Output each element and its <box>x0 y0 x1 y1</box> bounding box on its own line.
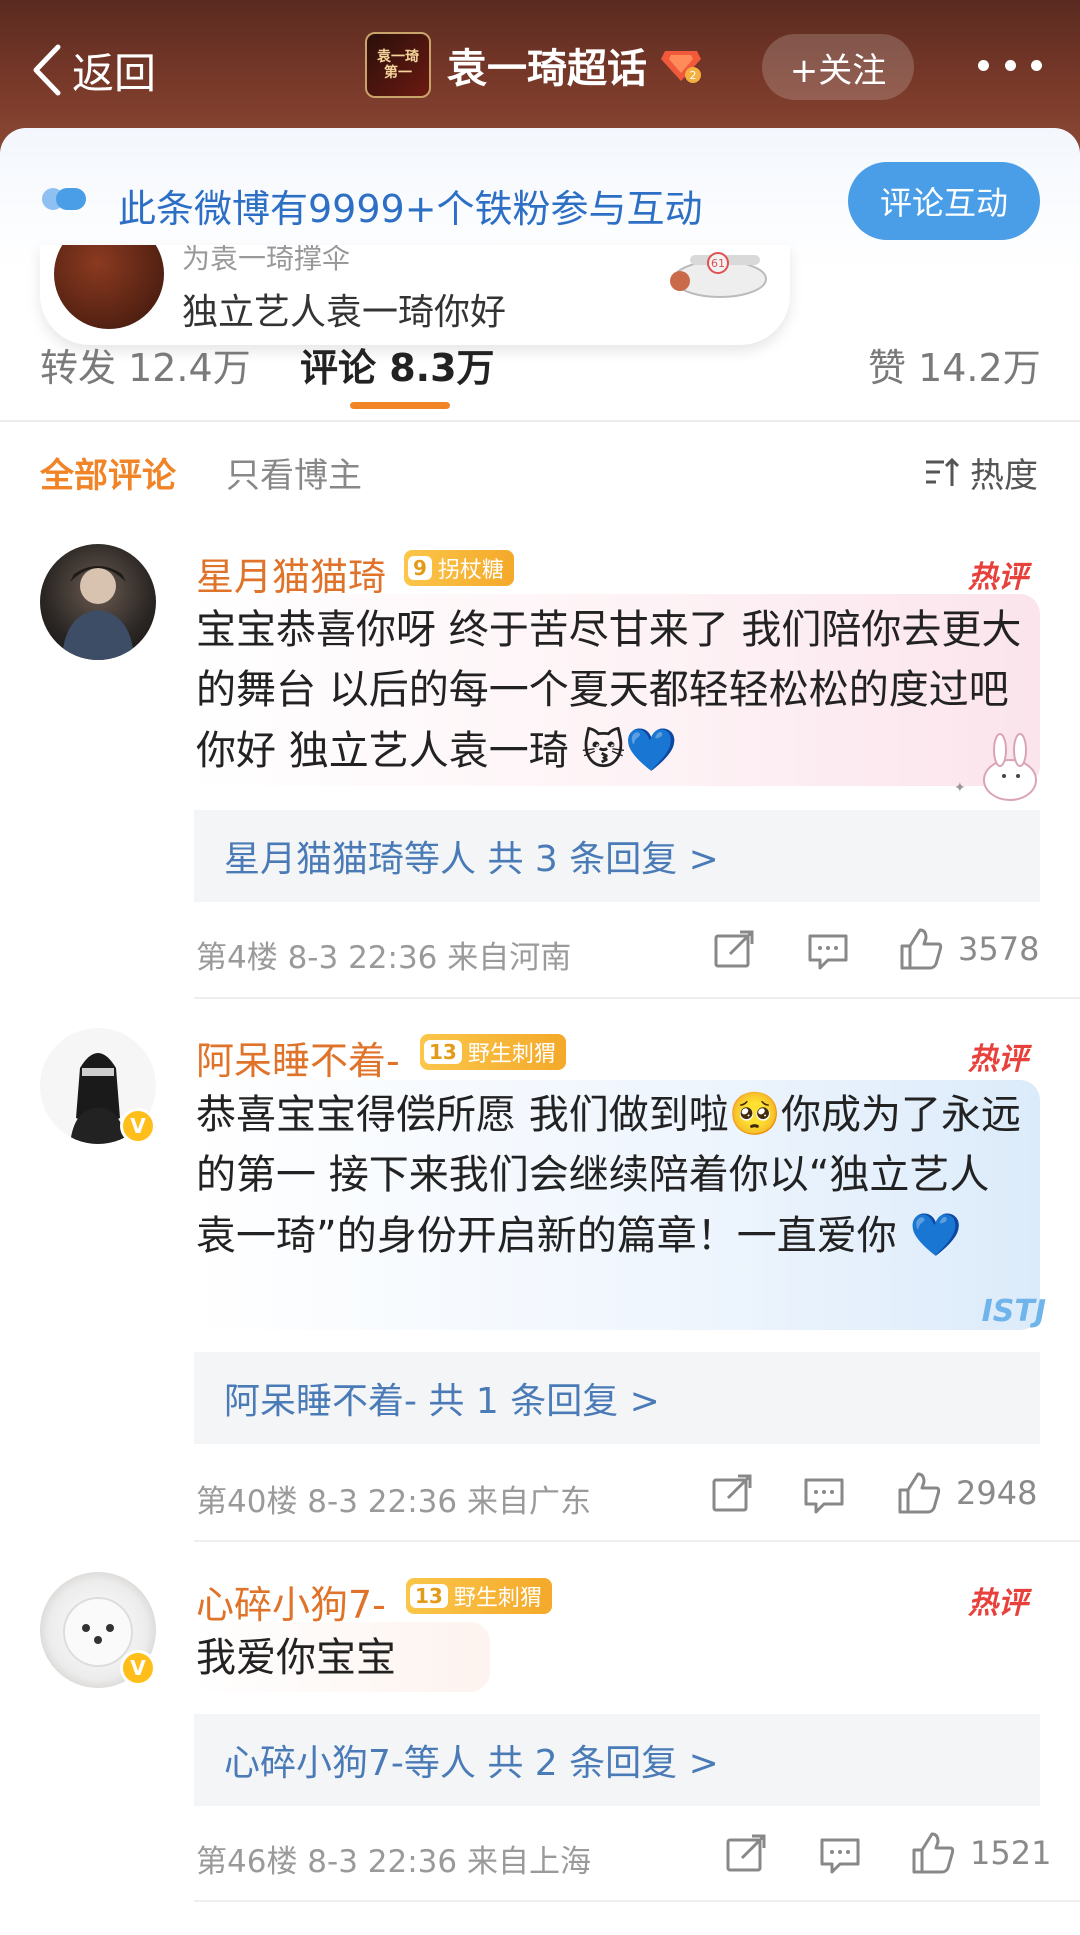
chevron-left-icon <box>33 44 61 96</box>
repost-card-avatar <box>54 245 164 329</box>
comment-username[interactable]: 阿呆睡不着- <box>196 1030 400 1085</box>
page-title-group[interactable]: 袁一琦 第一 袁一琦超话 2 <box>365 32 703 98</box>
hot-comment-tag: 热评 <box>968 1042 1028 1077</box>
fan-level-badge: 13 野生刺猬 <box>420 1034 566 1070</box>
reply-summary[interactable]: 星月猫猫琦等人 共 3 条回复 > <box>194 810 1040 902</box>
filter-all-comments[interactable]: 全部评论 <box>40 448 176 497</box>
supertopic-logo: 袁一琦 第一 <box>365 32 431 98</box>
thumbs-up-icon <box>898 1472 941 1514</box>
comment-emoji: 💙 <box>909 1210 962 1259</box>
svg-text:✦: ✦ <box>954 780 966 796</box>
reply-summary[interactable]: 心碎小狗7-等人 共 2 条回复 > <box>194 1714 1040 1806</box>
comment-text: 恭喜宝宝得偿所愿 我们做到啦🥺你成为了永远的第一 接下来我们会继续陪着你以“独立… <box>196 1084 1026 1266</box>
repost-icon[interactable] <box>712 930 756 970</box>
sort-icon <box>926 457 960 486</box>
diamond-badge-icon: 2 <box>661 51 701 83</box>
comment-emoji: 😽💙 <box>581 725 678 774</box>
like-count: 1521 <box>970 1834 1052 1872</box>
page-title: 袁一琦超话 <box>447 46 647 92</box>
comment-emoji: 🥺 <box>728 1089 782 1138</box>
logo-text: 袁一琦 第一 <box>377 49 419 81</box>
repost-icon[interactable] <box>724 1834 768 1874</box>
comment-divider <box>194 1540 1080 1542</box>
svg-text:61: 61 <box>711 257 725 270</box>
sort-label: 热度 <box>970 456 1038 496</box>
sticker-text: ISTJ <box>981 1294 1046 1329</box>
plane-sticker-icon: 61 <box>670 252 767 298</box>
avatar[interactable] <box>40 544 156 660</box>
like-button[interactable]: 1521 <box>910 1832 1051 1874</box>
comment-body: 恭喜宝宝得偿所愿 我们做到啦 <box>196 1092 729 1138</box>
comment-text: 宝宝恭喜你呀 终于苦尽甘来了 我们陪你去更大的舞台 以后的每一个夏天都轻轻松松的… <box>196 600 1026 781</box>
filter-owner-only[interactable]: 只看博主 <box>226 448 362 497</box>
like-count: 3578 <box>958 930 1040 968</box>
sort-button[interactable]: 热度 <box>924 448 1038 497</box>
hot-comment-tag: 热评 <box>968 1586 1028 1621</box>
active-tab-indicator <box>350 402 450 409</box>
verified-badge-icon: V <box>120 1650 156 1686</box>
comment-body: 我爱你宝宝 <box>196 1635 396 1681</box>
back-label: 返回 <box>72 48 157 98</box>
comment-divider <box>194 1900 1080 1902</box>
person-avatar-icon <box>62 566 134 660</box>
like-count: 2948 <box>956 1474 1038 1512</box>
fan-level-number: 9 <box>408 556 432 580</box>
like-button[interactable]: 3578 <box>898 928 1039 970</box>
fan-level-number: 13 <box>424 1040 462 1064</box>
banner-text: 此条微博有9999+个铁粉参与互动 <box>118 187 703 231</box>
reply-summary[interactable]: 阿呆睡不着- 共 1 条回复 > <box>194 1352 1040 1444</box>
comment-username[interactable]: 心碎小狗7- <box>196 1574 386 1629</box>
verified-badge-icon: V <box>120 1108 156 1144</box>
istj-sticker: ISTJ <box>912 1286 1052 1346</box>
comment-text: 我爱你宝宝 <box>196 1628 1026 1688</box>
thumbs-up-icon <box>912 1832 955 1874</box>
fan-level-badge: 9 拐杖糖 <box>404 550 514 586</box>
comment-meta: 第4楼 8-3 22:36 来自河南 <box>196 940 572 976</box>
back-button[interactable]: 返回 <box>30 40 156 100</box>
repost-card[interactable]: 为袁一琦撑伞 独立艺人袁一琦你好 61 <box>40 245 790 345</box>
fan-badge-label: 拐杖糖 <box>437 558 504 583</box>
fans-interaction-icon <box>42 188 86 210</box>
comment-icon[interactable] <box>806 932 850 972</box>
comment-interact-button[interactable]: 评论互动 <box>848 162 1040 240</box>
repost-card-subtitle: 为袁一琦撑伞 <box>182 245 351 275</box>
repost-card-text: 独立艺人袁一琦你好 <box>182 292 507 333</box>
tab-likes[interactable]: 赞 14.2万 <box>868 337 1041 392</box>
comment-username[interactable]: 星月猫猫琦 <box>196 546 386 601</box>
comment-icon[interactable] <box>818 1836 862 1876</box>
comment-divider <box>194 997 1080 999</box>
divider <box>0 420 1080 422</box>
tab-comments[interactable]: 评论 8.3万 <box>300 337 495 392</box>
fan-level-badge: 13 野生刺猬 <box>406 1578 552 1614</box>
like-button[interactable]: 2948 <box>896 1472 1037 1514</box>
follow-button[interactable]: +关注 <box>762 34 914 100</box>
fan-level-number: 13 <box>410 1584 448 1608</box>
fan-badge-label: 野生刺猬 <box>467 1042 556 1067</box>
comment-meta: 第40楼 8-3 22:36 来自广东 <box>196 1484 591 1520</box>
hot-comment-tag: 热评 <box>968 560 1028 595</box>
more-menu-icon[interactable] <box>978 50 1042 80</box>
repost-icon[interactable] <box>710 1474 754 1514</box>
fan-badge-label: 野生刺猬 <box>453 1586 542 1611</box>
bunny-sticker-icon: ✦ <box>954 733 1037 801</box>
tab-repost[interactable]: 转发 12.4万 <box>40 337 251 392</box>
comment-icon[interactable] <box>802 1476 846 1516</box>
badge-number: 2 <box>690 69 697 82</box>
comment-meta: 第46楼 8-3 22:36 来自上海 <box>196 1844 591 1880</box>
thumbs-up-icon <box>900 928 943 970</box>
